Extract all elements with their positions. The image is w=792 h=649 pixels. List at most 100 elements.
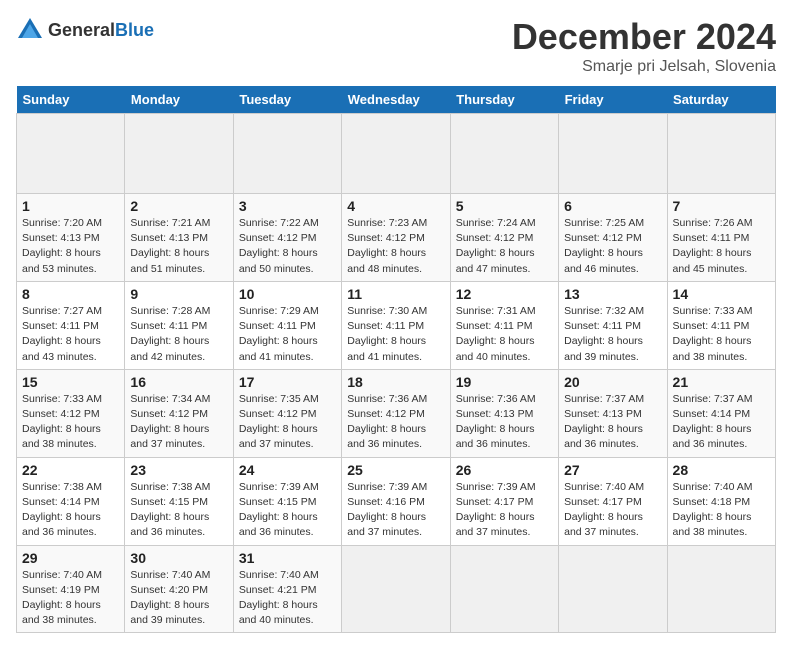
- day-number: 20: [564, 374, 661, 390]
- day-number: 6: [564, 198, 661, 214]
- table-row: [342, 114, 450, 194]
- day-number: 15: [22, 374, 119, 390]
- header: GeneralBlue December 2024 Smarje pri Jel…: [16, 16, 776, 76]
- table-row: 12 Sunrise: 7:31 AM Sunset: 4:11 PM Dayli…: [450, 281, 558, 369]
- calendar-subtitle: Smarje pri Jelsah, Slovenia: [512, 58, 776, 76]
- table-row: 23Sunrise: 7:38 AM Sunset: 4:15 PM Dayli…: [125, 457, 233, 545]
- table-row: 29 Sunrise: 7:40 AM Sunset: 4:19 PM Dayli…: [17, 545, 125, 633]
- table-row: 10Sunrise: 7:29 AM Sunset: 4:11 PM Dayli…: [233, 281, 341, 369]
- table-row: [667, 545, 775, 633]
- day-number: 5: [456, 198, 553, 214]
- table-row: 2Sunrise: 7:21 AM Sunset: 4:13 PM Daylig…: [125, 194, 233, 282]
- table-row: [342, 545, 450, 633]
- table-row: 19Sunrise: 7:36 AM Sunset: 4:13 PM Dayli…: [450, 369, 558, 457]
- day-info: Sunrise: 7:36 AM Sunset: 4:12 PM Dayligh…: [347, 392, 444, 453]
- table-row: 15 Sunrise: 7:33 AM Sunset: 4:12 PM Dayli…: [17, 369, 125, 457]
- table-row: [450, 114, 558, 194]
- day-info: Sunrise: 7:33 AM Sunset: 4:12 PM Dayligh…: [22, 392, 119, 453]
- table-row: 11Sunrise: 7:30 AM Sunset: 4:11 PM Dayli…: [342, 281, 450, 369]
- logo-icon: [16, 16, 44, 44]
- day-number: 17: [239, 374, 336, 390]
- day-number: 24: [239, 462, 336, 478]
- day-number: 25: [347, 462, 444, 478]
- table-row: [667, 114, 775, 194]
- table-row: 25 Sunrise: 7:39 AM Sunset: 4:16 PM Dayli…: [342, 457, 450, 545]
- table-row: 28 Sunrise: 7:40 AM Sunset: 4:18 PM Dayli…: [667, 457, 775, 545]
- day-number: 28: [673, 462, 770, 478]
- day-number: 9: [130, 286, 227, 302]
- day-info: Sunrise: 7:40 AM Sunset: 4:19 PM Dayligh…: [22, 568, 119, 629]
- day-info: Sunrise: 7:40 AM Sunset: 4:21 PM Dayligh…: [239, 568, 336, 629]
- day-info: Sunrise: 7:30 AM Sunset: 4:11 PM Dayligh…: [347, 304, 444, 365]
- table-row: [559, 114, 667, 194]
- day-info: Sunrise: 7:25 AM Sunset: 4:12 PM Dayligh…: [564, 216, 661, 277]
- calendar-title: December 2024: [512, 16, 776, 58]
- day-number: 26: [456, 462, 553, 478]
- day-number: 14: [673, 286, 770, 302]
- day-info: Sunrise: 7:40 AM Sunset: 4:18 PM Dayligh…: [673, 480, 770, 541]
- table-row: 1 Sunrise: 7:20 AM Sunset: 4:13 PM Daylig…: [17, 194, 125, 282]
- table-row: [125, 114, 233, 194]
- day-number: 8: [22, 286, 119, 302]
- day-info: Sunrise: 7:31 AM Sunset: 4:11 PM Dayligh…: [456, 304, 553, 365]
- day-info: Sunrise: 7:38 AM Sunset: 4:14 PM Dayligh…: [22, 480, 119, 541]
- day-info: Sunrise: 7:20 AM Sunset: 4:13 PM Dayligh…: [22, 216, 119, 277]
- table-row: 27 Sunrise: 7:40 AM Sunset: 4:17 PM Dayli…: [559, 457, 667, 545]
- day-number: 18: [347, 374, 444, 390]
- table-row: 7 Sunrise: 7:26 AM Sunset: 4:11 PM Daylig…: [667, 194, 775, 282]
- day-info: Sunrise: 7:27 AM Sunset: 4:11 PM Dayligh…: [22, 304, 119, 365]
- day-info: Sunrise: 7:28 AM Sunset: 4:11 PM Dayligh…: [130, 304, 227, 365]
- table-row: [233, 114, 341, 194]
- table-row: 13Sunrise: 7:32 AM Sunset: 4:11 PM Dayli…: [559, 281, 667, 369]
- day-number: 1: [22, 198, 119, 214]
- table-row: 21 Sunrise: 7:37 AM Sunset: 4:14 PM Dayli…: [667, 369, 775, 457]
- table-row: [450, 545, 558, 633]
- table-row: 31 Sunrise: 7:40 AM Sunset: 4:21 PM Dayli…: [233, 545, 341, 633]
- day-info: Sunrise: 7:39 AM Sunset: 4:16 PM Dayligh…: [347, 480, 444, 541]
- day-number: 21: [673, 374, 770, 390]
- day-number: 16: [130, 374, 227, 390]
- table-row: 14 Sunrise: 7:33 AM Sunset: 4:11 PM Dayli…: [667, 281, 775, 369]
- day-info: Sunrise: 7:24 AM Sunset: 4:12 PM Dayligh…: [456, 216, 553, 277]
- calendar-table: SundayMondayTuesdayWednesdayThursdayFrid…: [16, 86, 776, 633]
- day-info: Sunrise: 7:23 AM Sunset: 4:12 PM Dayligh…: [347, 216, 444, 277]
- day-header-tuesday: Tuesday: [233, 86, 341, 114]
- day-number: 3: [239, 198, 336, 214]
- day-info: Sunrise: 7:33 AM Sunset: 4:11 PM Dayligh…: [673, 304, 770, 365]
- day-info: Sunrise: 7:26 AM Sunset: 4:11 PM Dayligh…: [673, 216, 770, 277]
- table-row: 5 Sunrise: 7:24 AM Sunset: 4:12 PM Daylig…: [450, 194, 558, 282]
- day-number: 4: [347, 198, 444, 214]
- table-row: [17, 114, 125, 194]
- day-number: 7: [673, 198, 770, 214]
- table-row: 20 Sunrise: 7:37 AM Sunset: 4:13 PM Dayli…: [559, 369, 667, 457]
- day-info: Sunrise: 7:37 AM Sunset: 4:13 PM Dayligh…: [564, 392, 661, 453]
- table-row: 8 Sunrise: 7:27 AM Sunset: 4:11 PM Daylig…: [17, 281, 125, 369]
- day-number: 30: [130, 550, 227, 566]
- logo-text-general: General: [48, 20, 115, 40]
- table-row: 26 Sunrise: 7:39 AM Sunset: 4:17 PM Dayli…: [450, 457, 558, 545]
- day-header-saturday: Saturday: [667, 86, 775, 114]
- day-info: Sunrise: 7:21 AM Sunset: 4:13 PM Dayligh…: [130, 216, 227, 277]
- day-number: 12: [456, 286, 553, 302]
- day-number: 27: [564, 462, 661, 478]
- day-number: 29: [22, 550, 119, 566]
- table-row: 18 Sunrise: 7:36 AM Sunset: 4:12 PM Dayli…: [342, 369, 450, 457]
- day-number: 31: [239, 550, 336, 566]
- table-row: 24 Sunrise: 7:39 AM Sunset: 4:15 PM Dayli…: [233, 457, 341, 545]
- day-info: Sunrise: 7:37 AM Sunset: 4:14 PM Dayligh…: [673, 392, 770, 453]
- logo: GeneralBlue: [16, 16, 154, 44]
- day-info: Sunrise: 7:40 AM Sunset: 4:17 PM Dayligh…: [564, 480, 661, 541]
- day-info: Sunrise: 7:39 AM Sunset: 4:17 PM Dayligh…: [456, 480, 553, 541]
- day-info: Sunrise: 7:40 AM Sunset: 4:20 PM Dayligh…: [130, 568, 227, 629]
- day-info: Sunrise: 7:39 AM Sunset: 4:15 PM Dayligh…: [239, 480, 336, 541]
- day-number: 22: [22, 462, 119, 478]
- day-header-thursday: Thursday: [450, 86, 558, 114]
- table-row: 22 Sunrise: 7:38 AM Sunset: 4:14 PM Dayli…: [17, 457, 125, 545]
- day-number: 19: [456, 374, 553, 390]
- day-header-monday: Monday: [125, 86, 233, 114]
- table-row: 3Sunrise: 7:22 AM Sunset: 4:12 PM Daylig…: [233, 194, 341, 282]
- logo-text-blue: Blue: [115, 20, 154, 40]
- day-info: Sunrise: 7:32 AM Sunset: 4:11 PM Dayligh…: [564, 304, 661, 365]
- day-info: Sunrise: 7:29 AM Sunset: 4:11 PM Dayligh…: [239, 304, 336, 365]
- table-row: 30 Sunrise: 7:40 AM Sunset: 4:20 PM Dayli…: [125, 545, 233, 633]
